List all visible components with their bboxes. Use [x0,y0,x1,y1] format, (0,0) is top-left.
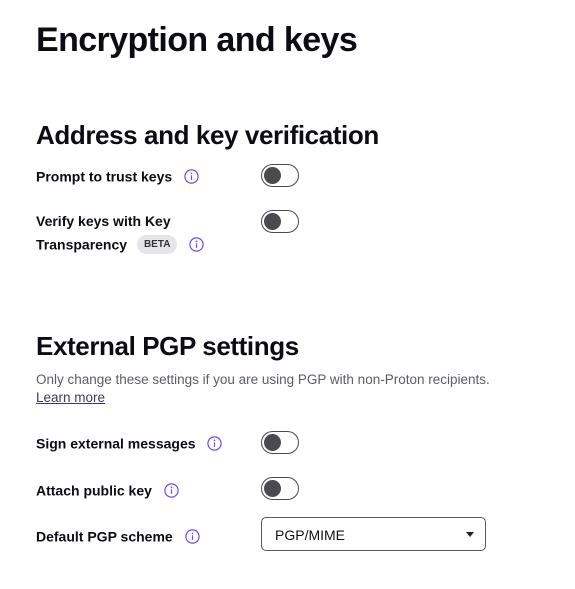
key-transparency-text-line2: Transparency [36,236,128,253]
pgp-scheme-value: PGP/MIME [275,527,346,543]
sign-external-label: Sign external messages [36,432,223,453]
pgp-scheme-select[interactable]: PGP/MIME [261,517,486,551]
attach-key-text: Attach public key [36,482,152,499]
pgp-scheme-text: Default PGP scheme [36,528,173,545]
caret-down-icon [466,532,474,537]
section-title-verification: Address and key verification [36,120,379,150]
key-transparency-toggle[interactable] [261,210,299,233]
learn-more-link[interactable]: Learn more [36,388,105,408]
sign-external-toggle[interactable] [261,431,299,454]
prompt-trust-keys-label: Prompt to trust keys [36,165,199,186]
page-title: Encryption and keys [36,21,358,59]
toggle-knob [263,166,281,184]
info-icon[interactable] [189,237,205,252]
toggle-knob [263,479,281,497]
toggle-knob [263,433,281,451]
info-icon[interactable] [164,483,179,498]
attach-key-label: Attach public key [36,479,179,500]
section-title-pgp: External PGP settings [36,331,299,361]
toggle-knob [263,212,281,230]
info-icon[interactable] [184,169,199,184]
pgp-scheme-label: Default PGP scheme [36,525,200,546]
info-icon[interactable] [184,529,200,544]
prompt-trust-keys-toggle[interactable] [261,164,299,187]
key-transparency-label: Verify keys with Key Transparency BETA [36,211,205,254]
settings-page: Encryption and keys Address and key veri… [0,0,575,589]
beta-badge: BETA [136,234,178,254]
prompt-trust-keys-text: Prompt to trust keys [36,168,173,185]
key-transparency-text-line1: Verify keys with Key [36,213,171,229]
sign-external-text: Sign external messages [36,435,196,452]
info-icon[interactable] [207,436,223,451]
pgp-hint-text: Only change these settings if you are us… [36,372,490,387]
attach-key-toggle[interactable] [261,477,299,500]
